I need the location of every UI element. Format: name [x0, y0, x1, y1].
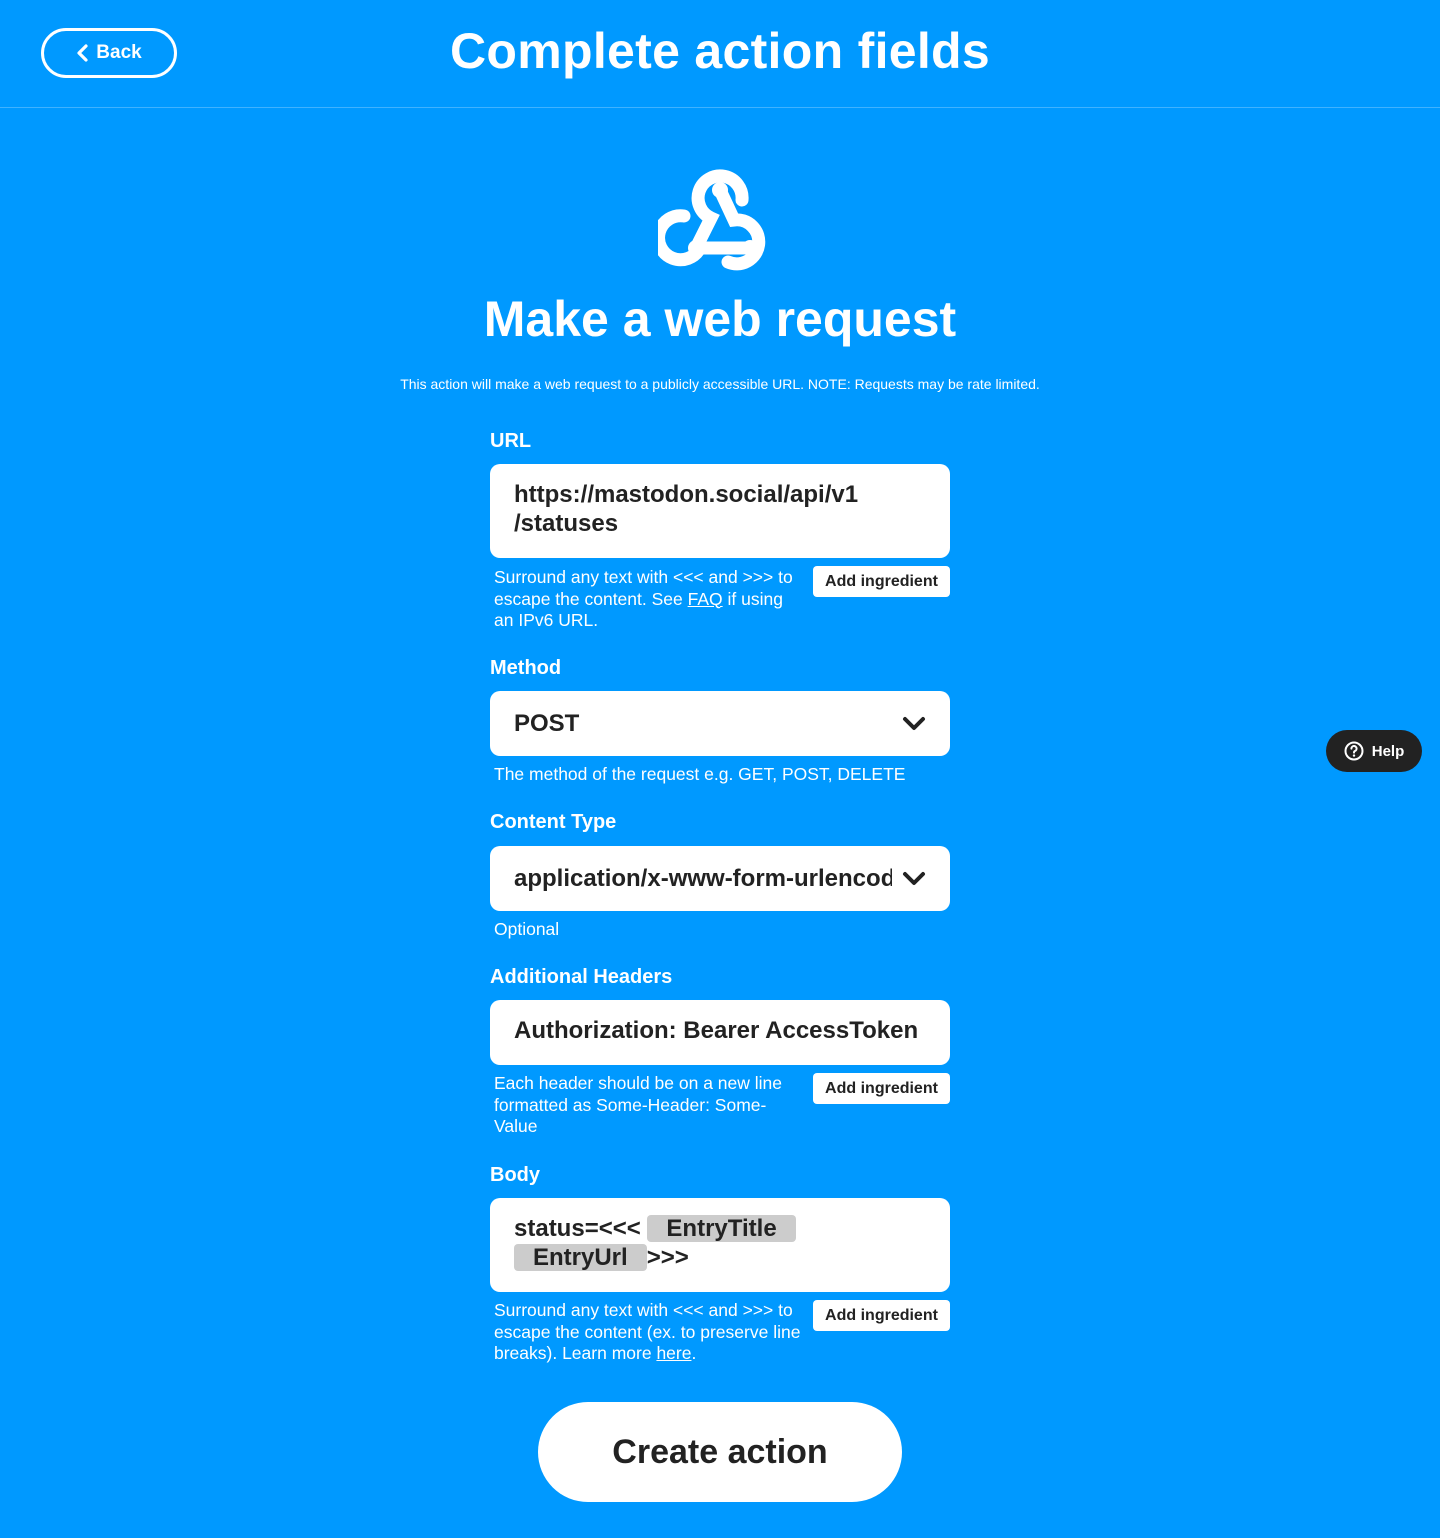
- body-label: Body: [490, 1164, 540, 1186]
- ingredient-pill-entry-url[interactable]: EntryUrl: [514, 1244, 647, 1271]
- body-suffix: >>>: [646, 1244, 689, 1271]
- content-type-select[interactable]: application/x-www-form-urlencoded: [490, 846, 950, 911]
- webhooks-icon: [658, 169, 766, 271]
- url-help-text: Surround any text with <<< and >>> to es…: [494, 567, 794, 632]
- service-title: Make a web request: [483, 291, 957, 347]
- help-button-label: Help: [1371, 742, 1405, 760]
- method-label: Method: [490, 657, 562, 679]
- headers-field[interactable]: Authorization: Bearer AccessToken: [490, 1000, 950, 1065]
- content-type-help-text: Optional: [494, 919, 560, 939]
- create-action-button[interactable]: Create action: [538, 1402, 902, 1502]
- headers-add-ingredient-button[interactable]: Add ingredient: [813, 1073, 950, 1104]
- method-help-text: The method of the request e.g. GET, POST…: [494, 764, 906, 784]
- body-help-part2: .: [691, 1343, 697, 1363]
- url-value-line1: https://mastodon.social/api/v1: [514, 481, 859, 508]
- chevron-down-icon: [903, 716, 925, 730]
- url-field[interactable]: https://mastodon.social/api/v1 /statuses: [490, 464, 950, 558]
- content-type-value: application/x-www-form-urlencoded: [514, 865, 892, 892]
- body-add-ingredient-button[interactable]: Add ingredient: [813, 1300, 950, 1331]
- content-type-label: Content Type: [490, 811, 617, 833]
- url-label: URL: [490, 430, 532, 452]
- header-bar: Back Complete action fields: [0, 0, 1440, 108]
- body-field[interactable]: status=<<< EntryTitle EntryUrl >>>: [490, 1198, 950, 1292]
- body-help-part1: Surround any text with <<< and >>> to es…: [494, 1300, 801, 1363]
- method-value: POST: [514, 710, 580, 737]
- headers-help-text: Each header should be on a new line form…: [494, 1073, 782, 1136]
- method-select[interactable]: POST: [490, 691, 950, 756]
- help-button[interactable]: Help: [1326, 730, 1422, 772]
- url-add-ingredient-button[interactable]: Add ingredient: [813, 566, 950, 597]
- headers-label: Additional Headers: [490, 966, 673, 988]
- chevron-down-icon: [903, 871, 925, 885]
- faq-link[interactable]: FAQ: [688, 589, 723, 609]
- service-description: This action will make a web request to a…: [400, 376, 1040, 392]
- headers-value: Authorization: Bearer AccessToken: [514, 1017, 919, 1044]
- ingredient-pill-entry-title[interactable]: EntryTitle: [647, 1215, 796, 1242]
- url-value-line2: /statuses: [514, 510, 619, 537]
- body-prefix: status=<<<: [514, 1215, 648, 1242]
- help-circle-icon: [1344, 741, 1364, 761]
- page-title: Complete action fields: [449, 23, 991, 79]
- learn-more-link[interactable]: here: [656, 1343, 691, 1363]
- body-help-text: Surround any text with <<< and >>> to es…: [494, 1300, 804, 1365]
